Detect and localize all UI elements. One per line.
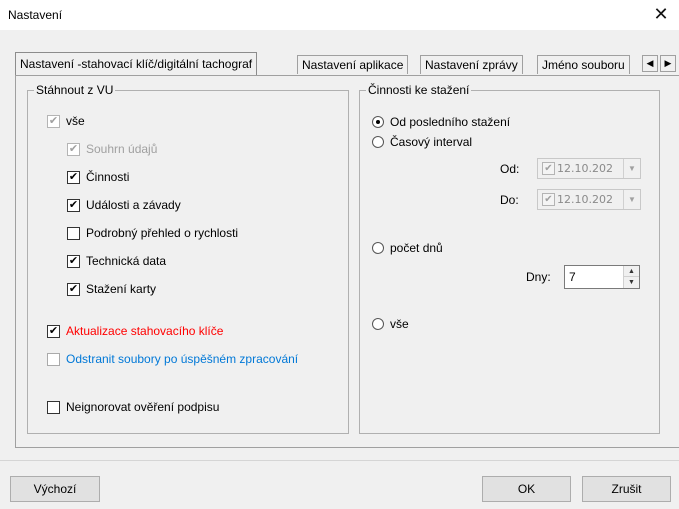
dialog-client: Nastavení -stahovací klíč/digitální tach… [0,30,679,509]
from-date-picker[interactable]: ✔ 12.10.202 ▼ [537,158,641,179]
checkbox-activities-box[interactable]: ✔ [67,170,80,184]
cancel-button[interactable]: Zrušit [582,476,671,502]
checkbox-speed-detail-box[interactable] [67,226,80,240]
checkbox-summary[interactable]: ✔ Souhrn údajů [67,142,157,156]
tab-page: Stáhnout z VU ✔ vše ✔ Souhrn údajů ✔ Čin… [15,75,679,448]
spin-down-icon[interactable]: ▼ [624,277,639,288]
to-label: Do: [500,193,519,207]
radio-day-count[interactable]: počet dnů [372,241,443,255]
to-date-checkbox[interactable]: ✔ [542,193,555,206]
checkbox-card-download-box[interactable]: ✔ [67,282,80,296]
checkbox-events-faults-label: Události a závady [86,198,181,212]
checkbox-activities-label: Činnosti [86,170,130,184]
radio-time-interval-label: Časový interval [390,135,473,149]
download-vu-group: Stáhnout z VU ✔ vše ✔ Souhrn údajů ✔ Čin… [27,83,349,434]
from-date-value: 12.10.202 [557,162,613,175]
checkbox-technical-data-label: Technická data [86,254,167,268]
radio-all-label: vše [390,317,409,331]
activities-download-group-title: Činnosti ke stažení [366,83,472,97]
tab-report-settings[interactable]: Nastavení zprávy [420,55,523,74]
radio-all[interactable]: vše [372,317,409,331]
checkbox-summary-label: Souhrn údajů [86,142,158,156]
window-title: Nastavení [8,8,63,22]
radio-time-interval[interactable]: Časový interval [372,135,472,149]
checkbox-technical-data-box[interactable]: ✔ [67,254,80,268]
tab-download-key[interactable]: Nastavení -stahovací klíč/digitální tach… [15,52,258,75]
checkbox-card-download-label: Stažení karty [86,282,157,296]
radio-day-count-dot[interactable] [372,242,384,254]
to-date-value: 12.10.202 [557,193,613,206]
radio-since-last-label: Od posledního stažení [390,115,511,129]
checkbox-remove-files-label: Odstranit soubory po úspěšném zpracování [66,352,299,366]
radio-since-last[interactable]: Od posledního stažení [372,115,510,129]
days-spinner[interactable]: 7 ▲ ▼ [564,265,640,289]
radio-time-interval-dot[interactable] [372,136,384,148]
ok-button[interactable]: OK [482,476,571,502]
download-vu-group-title: Stáhnout z VU [34,83,116,97]
tab-scroll-left-icon[interactable]: ◀ [642,55,658,72]
checkbox-update-key[interactable]: ✔ Aktualizace stahovacího klíče [47,324,223,338]
defaults-button[interactable]: Výchozí [10,476,100,502]
checkbox-all-label: vše [66,114,85,128]
tab-strip: Nastavení -stahovací klíč/digitální tach… [15,52,676,76]
checkbox-ignore-signature-box[interactable] [47,400,60,414]
days-spinner-arrows: ▲ ▼ [623,266,639,288]
to-date-picker[interactable]: ✔ 12.10.202 ▼ [537,189,641,210]
tab-scroll-right-icon[interactable]: ▶ [660,55,676,72]
checkbox-card-download[interactable]: ✔ Stažení karty [67,282,156,296]
radio-day-count-label: počet dnů [390,241,443,255]
title-bar: Nastavení ✕ [0,0,679,30]
spin-up-icon[interactable]: ▲ [624,266,639,277]
days-value: 7 [569,270,576,284]
from-dropdown-icon[interactable]: ▼ [623,159,640,178]
checkbox-remove-files-box[interactable] [47,352,60,366]
checkbox-all[interactable]: ✔ vše [47,114,85,128]
checkbox-events-faults-box[interactable]: ✔ [67,198,80,212]
checkbox-speed-detail-label: Podrobný přehled o rychlosti [86,226,239,240]
checkbox-speed-detail[interactable]: Podrobný přehled o rychlosti [67,226,238,240]
checkbox-technical-data[interactable]: ✔ Technická data [67,254,166,268]
checkbox-ignore-signature[interactable]: Neignorovat ověření podpisu [47,400,219,414]
radio-all-dot[interactable] [372,318,384,330]
checkbox-update-key-box[interactable]: ✔ [47,324,60,338]
close-icon[interactable]: ✕ [651,3,671,25]
tab-app-settings[interactable]: Nastavení aplikace [297,55,409,74]
days-label: Dny: [526,270,551,284]
checkbox-ignore-signature-label: Neignorovat ověření podpisu [66,400,220,414]
checkbox-activities[interactable]: ✔ Činnosti [67,170,129,184]
checkbox-remove-files[interactable]: Odstranit soubory po úspěšném zpracování [47,352,298,366]
radio-since-last-dot[interactable] [372,116,384,128]
activities-download-group: Činnosti ke stažení Od posledního stažen… [359,83,660,434]
checkbox-update-key-label: Aktualizace stahovacího klíče [66,324,224,338]
tab-file-name[interactable]: Jméno souboru [537,55,630,74]
from-label: Od: [500,162,520,176]
to-dropdown-icon[interactable]: ▼ [623,190,640,209]
checkbox-all-box[interactable]: ✔ [47,114,60,128]
separator-line [0,460,679,461]
checkbox-summary-box[interactable]: ✔ [67,142,80,156]
from-date-checkbox[interactable]: ✔ [542,162,555,175]
checkbox-events-faults[interactable]: ✔ Události a závady [67,198,181,212]
